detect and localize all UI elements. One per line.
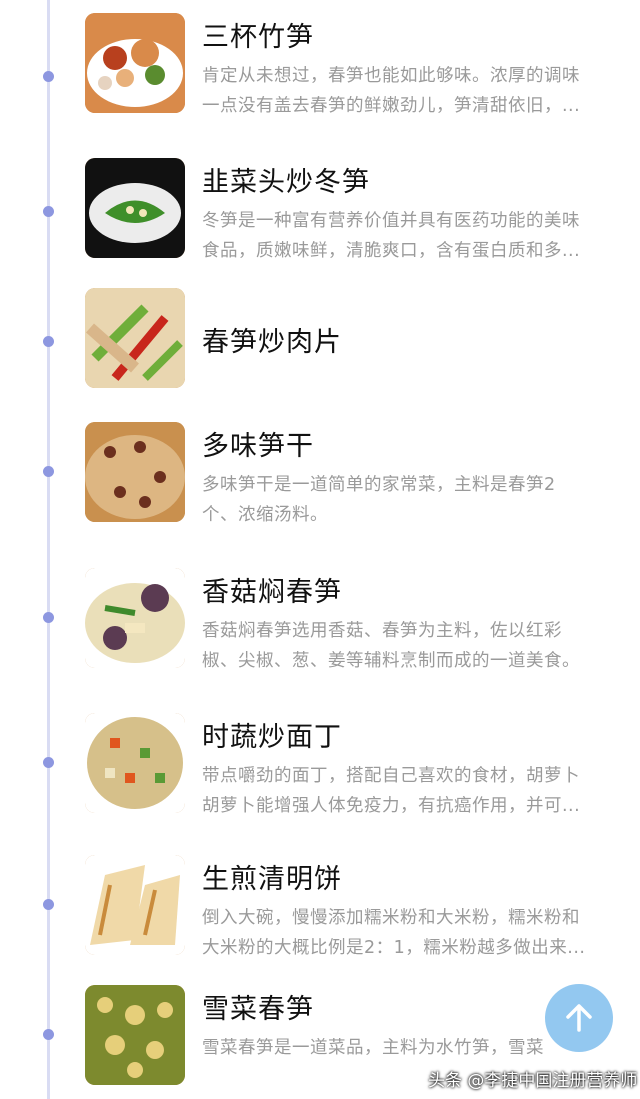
recipe-description-line: 倒入大碗，慢慢添加糯米粉和大米粉，糯米粉和 bbox=[202, 908, 580, 928]
recipe-title[interactable]: 香菇焖春笋 bbox=[202, 570, 342, 609]
recipe-description-line: 食品，质嫩味鲜，清脆爽口，含有蛋白质和多... bbox=[202, 241, 581, 261]
recipe-thumbnail[interactable] bbox=[85, 158, 185, 258]
recipe-description-line: 肯定从未想过，春笋也能如此够味。浓厚的调味 bbox=[202, 66, 580, 86]
recipe-description-line: 冬笋是一种富有营养价值并具有医药功能的美味 bbox=[202, 211, 580, 231]
arrow-up-icon bbox=[566, 1004, 592, 1032]
watermark: 头条 @李捷中国注册营养师 bbox=[428, 1071, 638, 1091]
recipe-description-line: 大米粉的大概比例是2：1，糯米粉越多做出来... bbox=[202, 938, 586, 958]
recipe-description: 倒入大碗，慢慢添加糯米粉和大米粉，糯米粉和 大米粉的大概比例是2：1，糯米粉越多做… bbox=[202, 903, 614, 963]
recipe-description: 冬笋是一种富有营养价值并具有医药功能的美味 食品，质嫩味鲜，清脆爽口，含有蛋白质和… bbox=[202, 206, 614, 266]
recipe-description-line: 个、浓缩汤料。 bbox=[202, 505, 328, 525]
timeline-dot bbox=[43, 71, 54, 82]
recipe-description-line: 胡萝卜能增强人体免疫力，有抗癌作用，并可... bbox=[202, 796, 581, 816]
recipe-description-line: 香菇焖春笋选用香菇、春笋为主料，佐以红彩 bbox=[202, 621, 562, 641]
timeline-dot bbox=[43, 206, 54, 217]
recipe-description: 带点嚼劲的面丁，搭配自己喜欢的食材，胡萝卜 胡萝卜能增强人体免疫力，有抗癌作用，并… bbox=[202, 761, 614, 821]
recipe-title[interactable]: 生煎清明饼 bbox=[202, 857, 342, 896]
recipe-description: 多味笋干是一道简单的家常菜，主料是春笋2 个、浓缩汤料。 bbox=[202, 470, 614, 530]
timeline-dot bbox=[43, 899, 54, 910]
timeline-dot bbox=[43, 757, 54, 768]
timeline-dot bbox=[43, 612, 54, 623]
recipe-title[interactable]: 韭菜头炒冬笋 bbox=[202, 160, 370, 199]
recipe-thumbnail[interactable] bbox=[85, 985, 185, 1085]
recipe-thumbnail[interactable] bbox=[85, 713, 185, 813]
scroll-to-top-button[interactable] bbox=[545, 984, 613, 1052]
recipe-description-line: 椒、尖椒、葱、姜等辅料烹制而成的一道美食。 bbox=[202, 651, 580, 671]
recipe-description-line: 带点嚼劲的面丁，搭配自己喜欢的食材，胡萝卜 bbox=[202, 766, 580, 786]
recipe-thumbnail[interactable] bbox=[85, 568, 185, 668]
recipe-title[interactable]: 春笋炒肉片 bbox=[202, 320, 342, 359]
recipe-thumbnail[interactable] bbox=[85, 855, 185, 955]
recipe-title[interactable]: 时蔬炒面丁 bbox=[202, 715, 342, 754]
recipe-description-line: 多味笋干是一道简单的家常菜，主料是春笋2 bbox=[202, 475, 556, 495]
recipe-description: 香菇焖春笋选用香菇、春笋为主料，佐以红彩 椒、尖椒、葱、姜等辅料烹制而成的一道美食… bbox=[202, 616, 614, 676]
recipe-thumbnail[interactable] bbox=[85, 288, 185, 388]
timeline-line bbox=[47, 0, 50, 1099]
recipe-description-line: 一点没有盖去春笋的鲜嫩劲儿，笋清甜依旧，... bbox=[202, 96, 581, 116]
recipe-title[interactable]: 多味笋干 bbox=[202, 424, 314, 463]
timeline-dot bbox=[43, 466, 54, 477]
timeline-dot bbox=[43, 1029, 54, 1040]
recipe-thumbnail[interactable] bbox=[85, 422, 185, 522]
timeline-dot bbox=[43, 336, 54, 347]
recipe-title[interactable]: 三杯竹笋 bbox=[202, 15, 314, 54]
recipe-title[interactable]: 雪菜春笋 bbox=[202, 987, 314, 1026]
recipe-thumbnail[interactable] bbox=[85, 13, 185, 113]
recipe-description: 肯定从未想过，春笋也能如此够味。浓厚的调味 一点没有盖去春笋的鲜嫩劲儿，笋清甜依旧… bbox=[202, 61, 614, 121]
